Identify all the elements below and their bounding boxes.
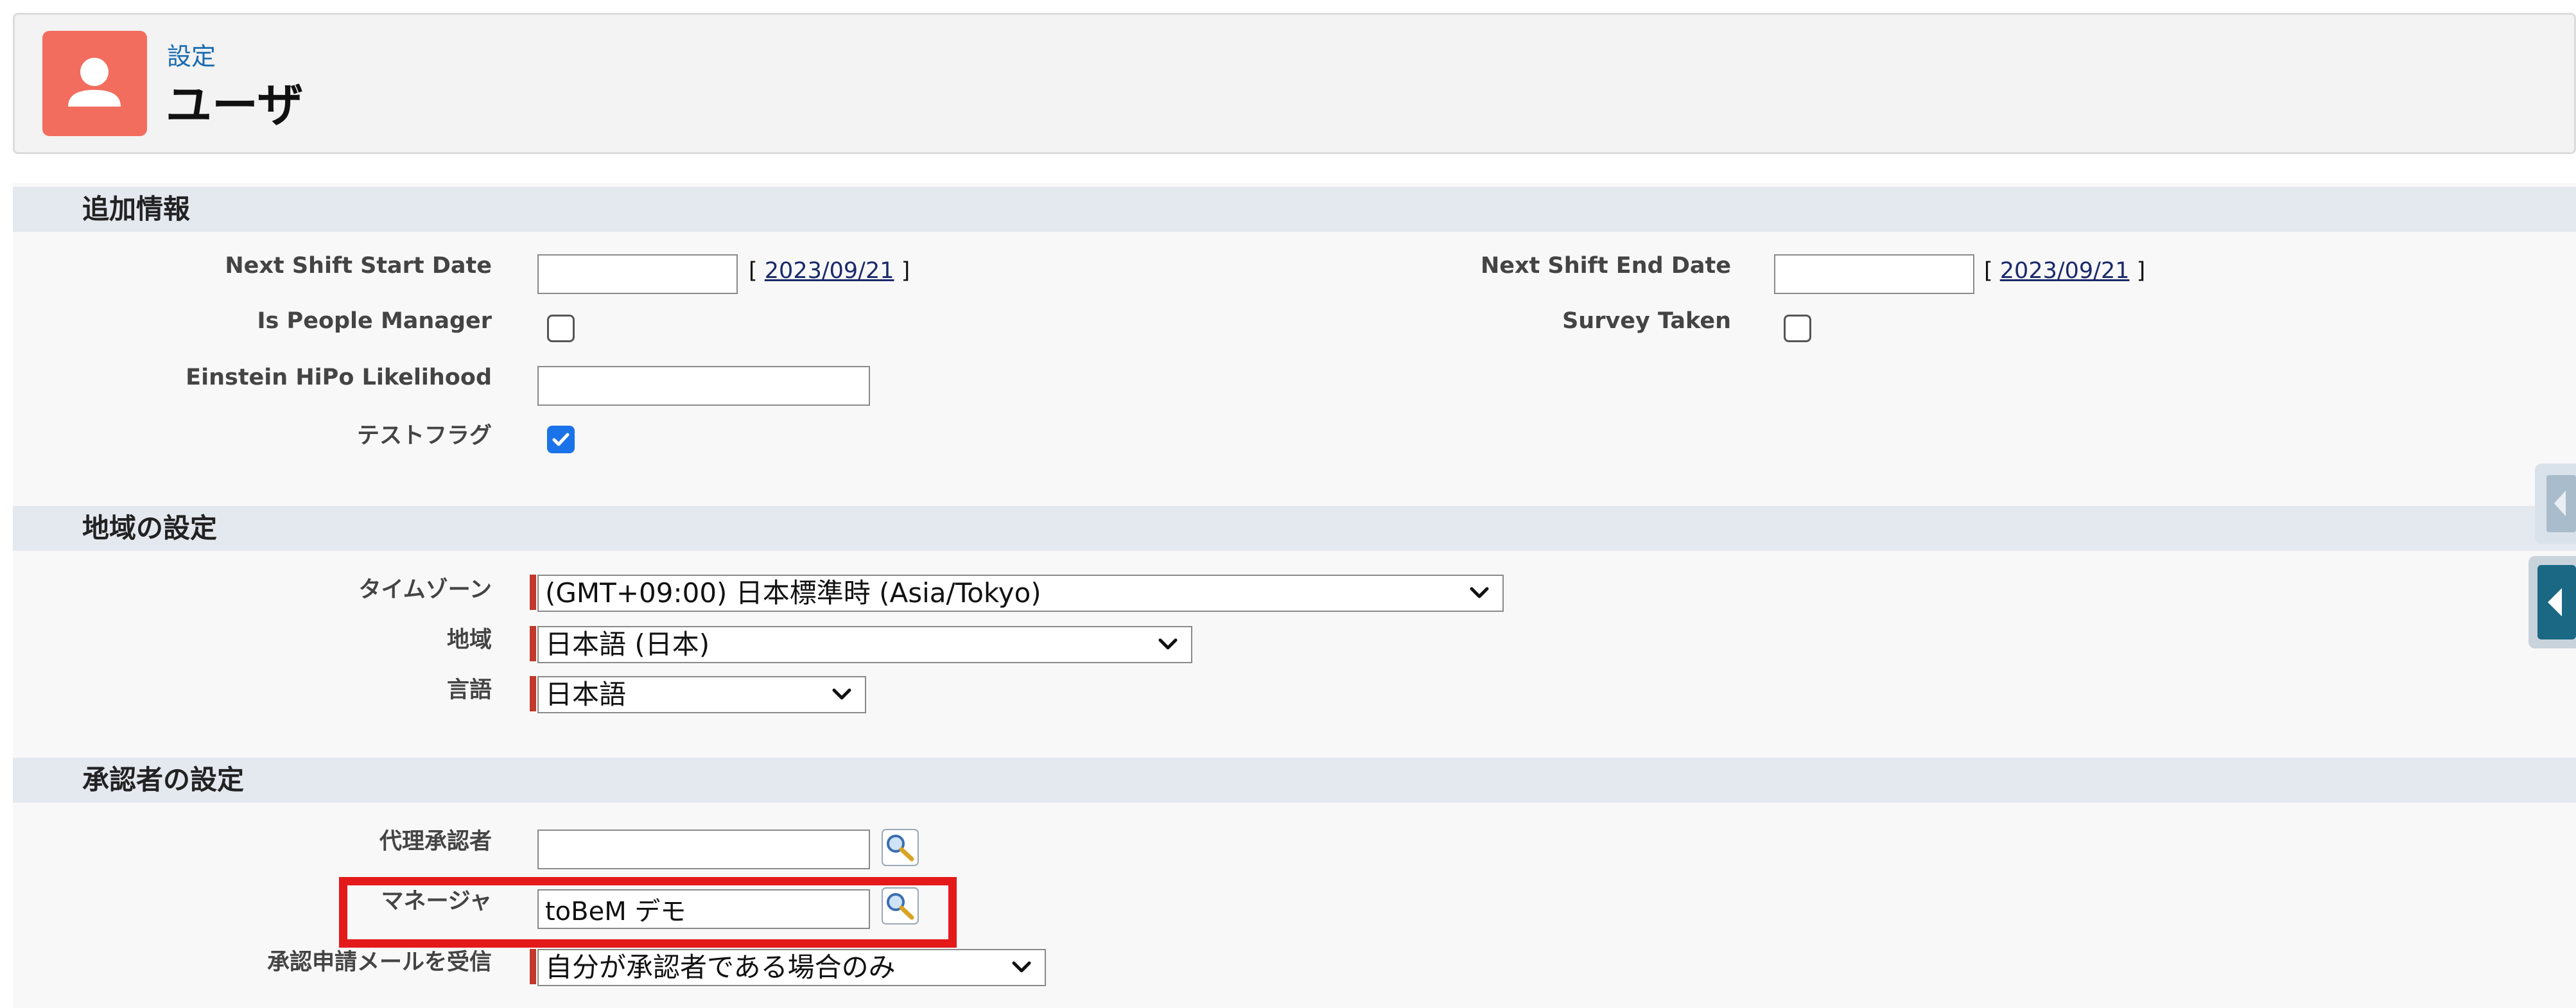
page-header: 設定 ユーザ [13,13,2576,154]
delegated-approver-label: 代理承認者 [379,829,492,855]
page-title: ユーザ [166,78,304,132]
survey-taken-checkbox[interactable] [1784,315,1811,342]
next-shift-end-date-link[interactable]: [ 2023/09/21 ] [1984,258,2145,284]
chevron-down-icon [1012,961,1031,973]
region-value: 日本語 (日本) [545,629,710,660]
chevron-left-icon [2537,565,2576,639]
required-indicator [530,626,536,661]
side-panel-tab[interactable] [2535,464,2576,544]
language-value: 日本語 [545,679,627,710]
user-icon [68,58,121,107]
breadcrumb[interactable]: 設定 [167,37,216,72]
timezone-value: (GMT+09:00) 日本標準時 (Asia/Tokyo) [545,577,1041,609]
chevron-down-icon [1158,638,1178,650]
approval-email-label: 承認申請メールを受信 [266,950,492,975]
timezone-label: タイムゾーン [358,577,492,603]
approval-email-value: 自分が承認者である場合のみ [545,952,896,983]
chevron-left-icon [2546,475,2576,532]
people-manager-label: Is People Manager [257,308,492,334]
people-manager-checkbox[interactable] [547,315,575,342]
highlight-box [339,877,957,948]
approval-email-select[interactable]: 自分が承認者である場合のみ [537,949,1046,986]
required-indicator [530,575,536,610]
next-shift-end-label: Next Shift End Date [1481,253,1731,279]
chevron-down-icon [832,688,851,700]
user-app-icon [42,31,147,136]
region-label: 地域 [446,627,492,653]
next-shift-end-input[interactable] [1774,254,1974,294]
test-flag-checkbox[interactable] [547,426,575,453]
lookup-icon[interactable] [881,828,919,867]
required-indicator [530,949,536,984]
chevron-down-icon [1470,587,1489,598]
section-header-locale: 地域の設定 [13,506,2576,551]
region-select[interactable]: 日本語 (日本) [537,626,1192,663]
language-label: 言語 [446,677,492,703]
side-panel-tab[interactable] [2528,556,2576,648]
delegated-approver-input[interactable] [537,830,870,869]
next-shift-start-input[interactable] [537,254,738,294]
section-header-additional: 追加情報 [13,187,2576,232]
hipo-label: Einstein HiPo Likelihood [186,365,492,390]
next-shift-end-date[interactable]: 2023/09/21 [2000,258,2130,284]
next-shift-start-date[interactable]: 2023/09/21 [765,258,894,284]
language-select[interactable]: 日本語 [537,676,866,713]
section-header-approver: 承認者の設定 [13,758,2576,803]
timezone-select[interactable]: (GMT+09:00) 日本標準時 (Asia/Tokyo) [537,575,1504,612]
next-shift-start-date-link[interactable]: [ 2023/09/21 ] [749,258,910,284]
check-icon [552,433,570,446]
test-flag-label: テストフラグ [356,423,492,449]
hipo-input[interactable] [537,366,870,406]
required-indicator [530,676,536,711]
survey-taken-label: Survey Taken [1562,308,1731,334]
next-shift-start-label: Next Shift Start Date [225,253,492,279]
